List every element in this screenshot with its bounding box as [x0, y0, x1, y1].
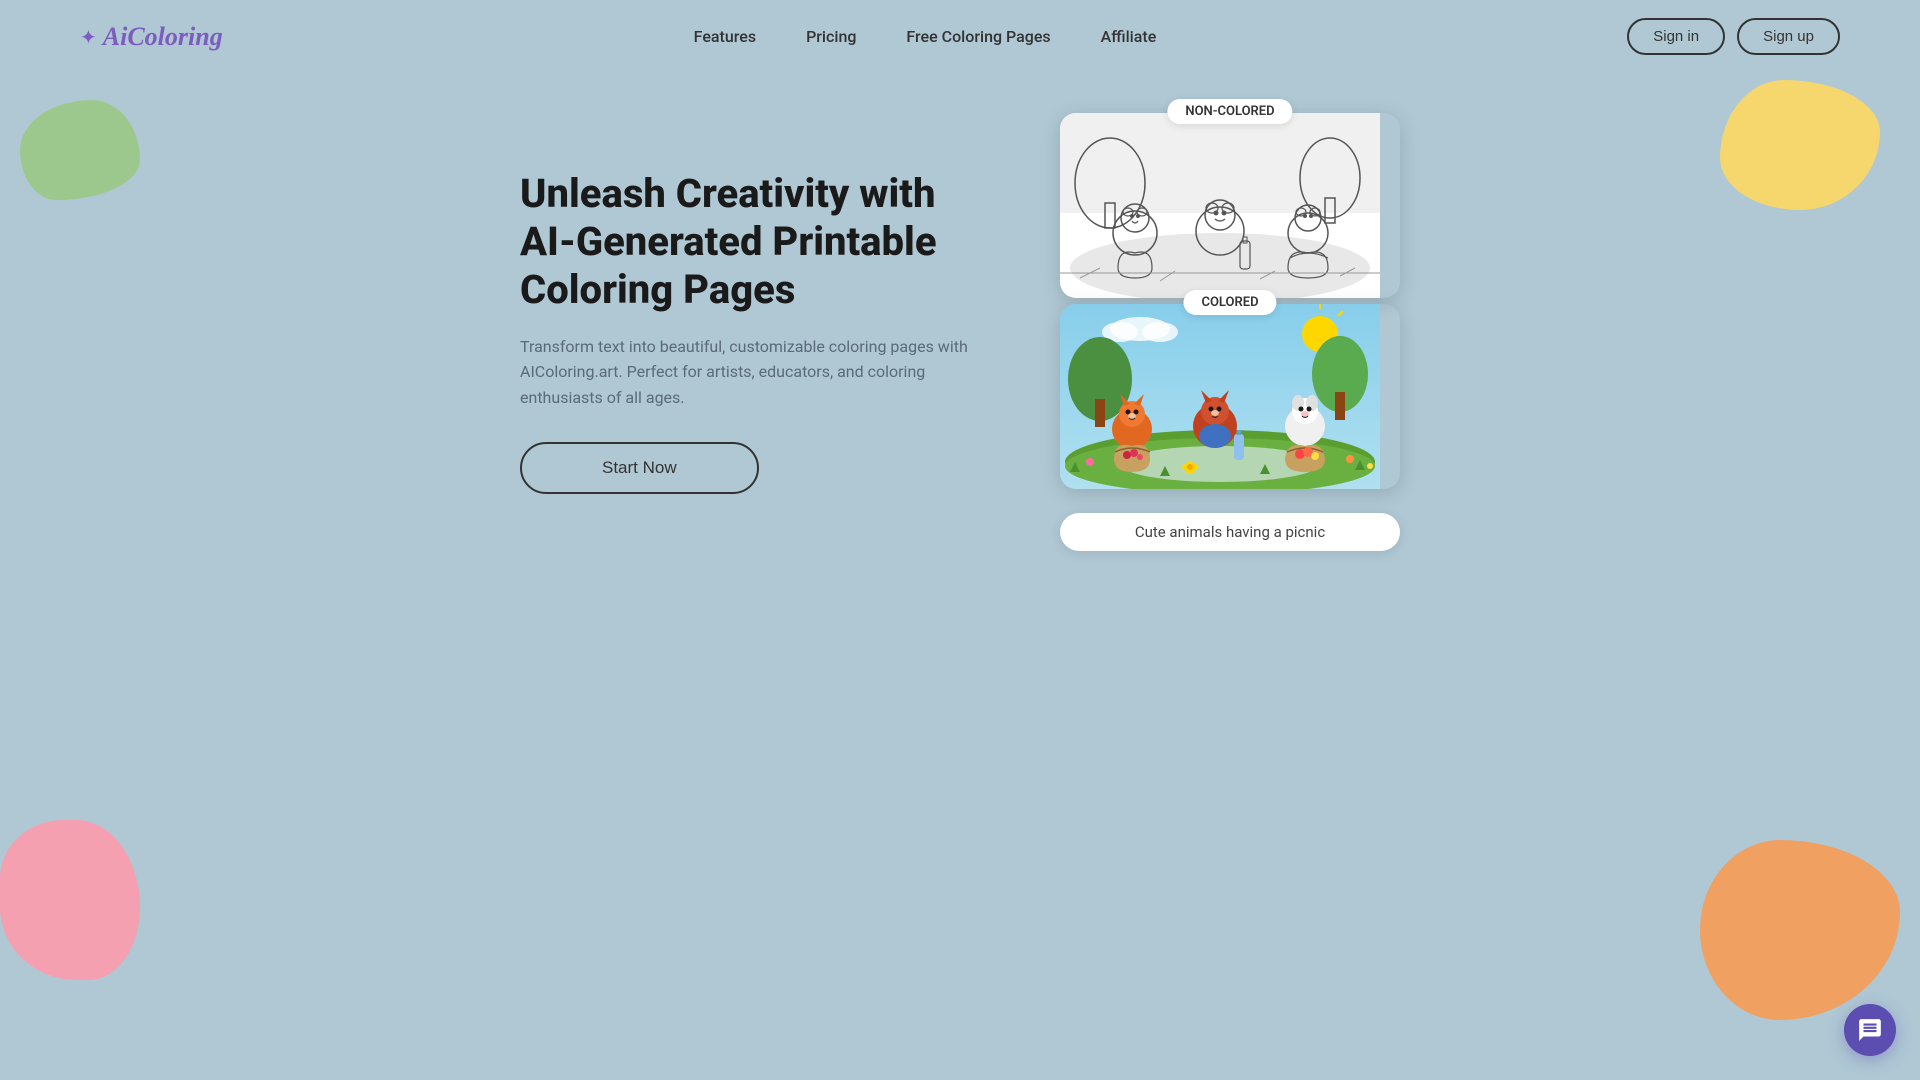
- chat-support-button[interactable]: [1844, 1004, 1896, 1056]
- noncolored-label: NON-COLORED: [1167, 99, 1292, 124]
- colored-image-card: [1060, 304, 1400, 489]
- signin-button[interactable]: Sign in: [1627, 18, 1725, 55]
- colored-label: COLORED: [1183, 290, 1276, 315]
- nav-free-coloring-pages[interactable]: Free Coloring Pages: [906, 27, 1050, 46]
- colored-card-wrapper: COLORED: [1060, 304, 1400, 489]
- logo-star-icon: ✦: [80, 25, 97, 49]
- signup-button[interactable]: Sign up: [1737, 18, 1840, 55]
- hero-left: Unleash Creativity with AI-Generated Pri…: [520, 170, 980, 495]
- decorative-blob-pink: [0, 820, 140, 980]
- navbar: ✦ AiColoring Features Pricing Free Color…: [0, 0, 1920, 73]
- decorative-blob-orange: [1700, 840, 1900, 1020]
- hero-title: Unleash Creativity with AI-Generated Pri…: [520, 170, 980, 314]
- noncolored-card-wrapper: NON-COLORED: [1060, 113, 1400, 288]
- nav-links: Features Pricing Free Coloring Pages Aff…: [694, 27, 1157, 46]
- nav-pricing[interactable]: Pricing: [806, 27, 856, 46]
- chat-icon: [1857, 1017, 1883, 1043]
- logo-link[interactable]: ✦ AiColoring: [80, 22, 223, 52]
- hero-right: NON-COLORED: [1060, 113, 1400, 551]
- nav-features[interactable]: Features: [694, 27, 756, 46]
- nav-actions: Sign in Sign up: [1627, 18, 1840, 55]
- hero-description: Transform text into beautiful, customiza…: [520, 334, 980, 411]
- noncolored-image-card: [1060, 113, 1400, 298]
- logo-text: AiColoring: [103, 22, 223, 52]
- hero-section: Unleash Creativity with AI-Generated Pri…: [0, 73, 1920, 611]
- start-now-button[interactable]: Start Now: [520, 442, 759, 494]
- nav-affiliate[interactable]: Affiliate: [1101, 27, 1157, 46]
- image-caption: Cute animals having a picnic: [1060, 513, 1400, 551]
- colored-illustration: [1060, 304, 1380, 489]
- noncolored-illustration: [1060, 113, 1380, 298]
